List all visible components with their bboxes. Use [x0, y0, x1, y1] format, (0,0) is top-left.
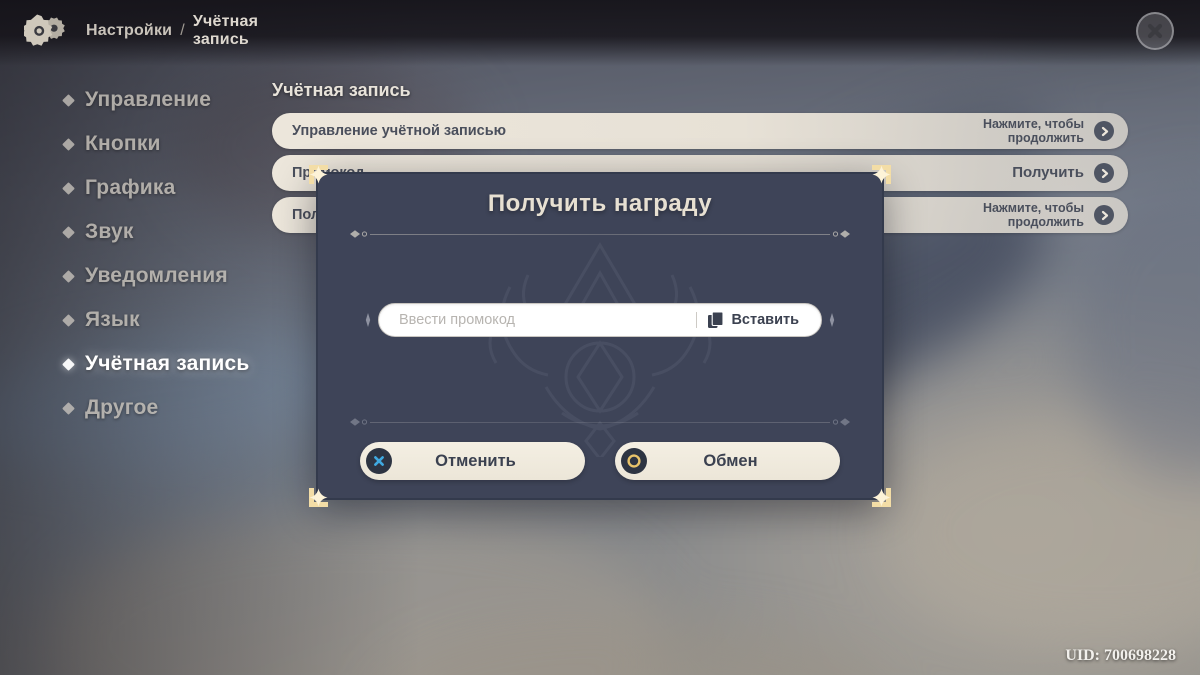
sidebar-item-drugoe[interactable]: Другое	[62, 386, 304, 430]
sidebar-item-knopki[interactable]: Кнопки	[62, 122, 304, 166]
gear-icon	[22, 11, 70, 51]
settings-sidebar: Управление Кнопки Графика Звук Уведомлен…	[62, 78, 304, 430]
divider-diamond-icon	[350, 418, 368, 426]
header-bar: Настройки / Учётная запись	[0, 0, 1200, 62]
bullet-diamond-icon	[62, 401, 75, 415]
sidebar-item-uvedomleniya[interactable]: Уведомления	[62, 254, 304, 298]
bullet-diamond-icon	[62, 225, 75, 239]
row-action-area[interactable]: Нажмите, чтобы продолжить	[983, 201, 1128, 229]
sidebar-item-uchetnaya-zapis[interactable]: Учётная запись	[62, 342, 304, 386]
corner-star-icon	[872, 488, 891, 507]
page-title: Учётная запись	[272, 80, 411, 100]
chevron-right-icon[interactable]	[1094, 163, 1114, 183]
breadcrumb-root[interactable]: Настройки	[86, 22, 172, 40]
bullet-diamond-icon	[62, 137, 75, 151]
field-separator	[696, 312, 698, 328]
sidebar-item-label: Учётная запись	[85, 352, 250, 375]
corner-star-icon	[309, 488, 328, 507]
dialog-divider-bottom	[348, 416, 852, 428]
row-action-label: Нажмите, чтобы продолжить	[982, 201, 1084, 229]
divider-diamond-icon	[832, 418, 850, 426]
row-action-label: Получить	[1012, 164, 1084, 181]
paste-button[interactable]: Вставить	[707, 311, 821, 329]
divider-line	[370, 421, 830, 423]
breadcrumb-current: Учётная запись	[192, 13, 259, 48]
divider-diamond-icon	[832, 230, 850, 238]
cancel-button[interactable]: Отменить	[360, 442, 585, 480]
divider-diamond-icon	[350, 230, 368, 238]
game-settings-screen: Настройки / Учётная запись Управление Кн…	[0, 0, 1200, 675]
sidebar-item-label: Уведомления	[85, 264, 228, 287]
bullet-diamond-icon	[62, 93, 75, 107]
divider-line	[370, 233, 830, 235]
bullet-diamond-icon	[62, 181, 75, 195]
row-action-area[interactable]: Нажмите, чтобы продолжить	[983, 117, 1128, 145]
sidebar-item-yazyk[interactable]: Язык	[62, 298, 304, 342]
row-action-label: Нажмите, чтобы продолжить	[982, 117, 1084, 145]
sidebar-item-grafika[interactable]: Графика	[62, 166, 304, 210]
cancel-label: Отменить	[435, 451, 516, 470]
sidebar-item-label: Другое	[85, 396, 159, 419]
close-icon	[1147, 23, 1163, 39]
sidebar-item-label: Кнопки	[85, 132, 161, 155]
sidebar-item-label: Язык	[85, 308, 140, 331]
corner-star-icon	[309, 165, 328, 184]
uid-label: UID: 700698228	[1065, 647, 1176, 664]
dialog-panel: Получить награду Ввести промокод Вставит…	[316, 172, 884, 500]
exchange-label: Обмен	[703, 451, 758, 470]
breadcrumb-separator: /	[180, 22, 185, 39]
close-button[interactable]	[1136, 12, 1174, 50]
sidebar-item-label: Звук	[85, 220, 134, 243]
copy-paste-icon	[708, 311, 725, 328]
dialog-button-row: Отменить Обмен	[360, 442, 840, 480]
input-diamond-ornament-icon	[365, 313, 371, 327]
paste-label: Вставить	[731, 312, 799, 328]
chevron-right-icon[interactable]	[1094, 205, 1114, 225]
table-row[interactable]: Управление учётной записью Нажмите, чтоб…	[272, 113, 1128, 149]
dialog-title: Получить награду	[487, 190, 713, 217]
dialog-divider-top	[348, 228, 852, 240]
bullet-diamond-icon	[62, 269, 75, 283]
sidebar-item-zvuk[interactable]: Звук	[62, 210, 304, 254]
confirm-ring-icon	[621, 448, 647, 474]
breadcrumb: Настройки / Учётная запись	[86, 13, 273, 49]
row-label: Управление учётной записью	[292, 123, 507, 139]
sidebar-item-label: Управление	[85, 88, 212, 111]
redeem-code-dialog: Получить награду Ввести промокод Вставит…	[309, 165, 891, 507]
search-input promo-code-input[interactable]	[379, 312, 693, 328]
sidebar-item-upravlenie[interactable]: Управление	[62, 78, 304, 122]
sidebar-item-label: Графика	[85, 176, 176, 199]
cancel-x-icon	[366, 448, 392, 474]
chevron-right-icon[interactable]	[1094, 121, 1114, 141]
bullet-diamond-icon	[62, 313, 75, 327]
input-diamond-ornament-icon	[829, 313, 835, 327]
promo-input-row: Вставить	[360, 303, 840, 337]
bullet-diamond-icon	[62, 357, 75, 371]
exchange-button[interactable]: Обмен	[615, 442, 840, 480]
promo-code-field[interactable]: Вставить	[378, 303, 822, 337]
corner-star-icon	[872, 165, 891, 184]
row-action-area[interactable]: Получить	[1012, 163, 1128, 183]
